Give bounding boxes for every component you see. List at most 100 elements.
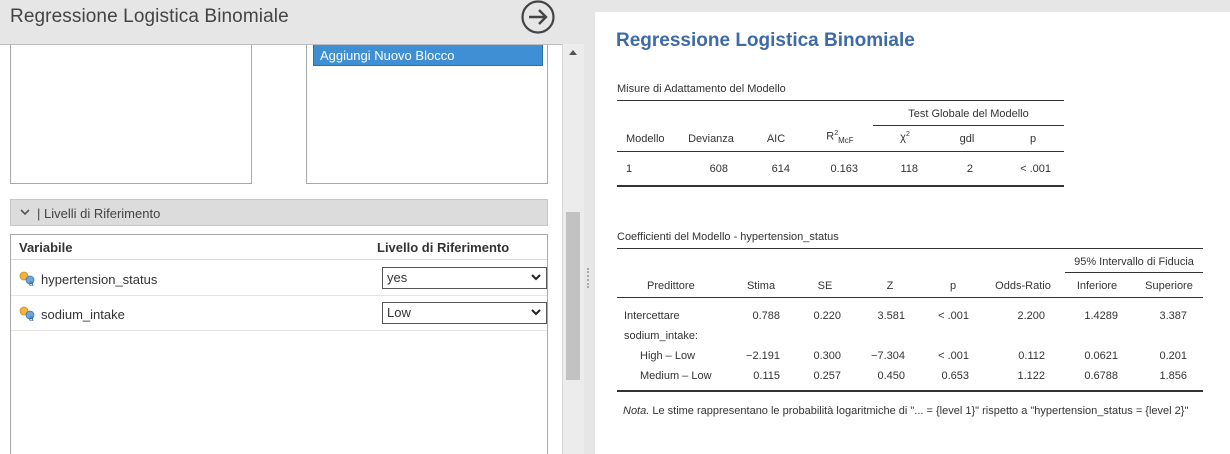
fit-header-p: p [1029,133,1037,145]
coef-cell-predictor: High – Low [640,350,696,362]
column-header-variable: Variabile [19,240,73,255]
fit-cell-aic: 614 [771,163,790,175]
reference-levels-table: Variabile Livello di Riferimento a hyper… [10,234,548,454]
fit-table-title: Misure di Adattamento del Modello [617,83,786,95]
fit-header-aic: AIC [766,133,786,145]
coef-header-rule [617,297,1203,298]
note-label: Nota. [623,405,650,417]
coef-cell-estimate: 0.115 [753,370,780,382]
table-row: a hypertension_status yes [11,261,547,296]
variable-cell: a sodium_intake [19,306,125,322]
options-panel: Regressione Logistica Binomiale Aggiungi… [0,0,584,454]
options-scrollbar[interactable] [562,44,584,454]
coef-group-rule [1065,272,1203,273]
coef-cell-upper: 3.387 [1159,310,1187,322]
variable-cell: a hypertension_status [19,271,157,287]
coef-cell-predictor: sodium_intake: [624,330,698,342]
coef-header-upper: Superiore [1145,280,1193,292]
app-root: Regressione Logistica Binomiale Aggiungi… [0,0,1230,454]
coef-cell-lower: 0.6788 [1084,370,1118,382]
fit-group-header: Test Globale del Modello [908,108,1029,120]
options-title: Regressione Logistica Binomiale [10,6,289,27]
fit-header-r2mcf: R2McF [826,130,854,145]
coef-cell-odds-ratio: 2.200 [1017,310,1045,322]
fit-header-chi2: χ2 [900,131,910,144]
scrollbar-thumb[interactable] [566,212,580,380]
scroll-up-icon[interactable] [569,50,577,55]
coef-cell-odds-ratio: 0.112 [1018,350,1045,362]
coef-cell-se: 0.257 [813,370,841,382]
results-panel: Regressione Logistica Binomiale Misure d… [595,0,1230,454]
options-header: Regressione Logistica Binomiale [0,0,584,44]
coef-table-top-rule [617,248,1203,249]
fit-cell-r2: 0.163 [830,163,858,175]
coef-cell-p: < .001 [938,350,969,362]
variable-name: sodium_intake [41,306,125,322]
fit-header-rule [617,151,1064,152]
coef-cell-odds-ratio: 1.122 [1017,370,1045,382]
coef-cell-lower: 0.0621 [1084,350,1118,362]
divider-grip[interactable] [587,268,590,288]
reference-level-select[interactable]: yes [382,267,547,289]
dropdown-arrow-icon [531,309,541,316]
variables-list-box[interactable] [10,45,252,184]
table-header: Variabile Livello di Riferimento [11,235,547,260]
fit-cell-model: 1 [626,163,633,175]
svg-text:a: a [29,314,34,322]
options-scroll-area: Aggiungi Nuovo Blocco | Livelli di Rifer… [0,44,562,454]
coef-cell-predictor: Intercettare [624,310,680,322]
coef-group-header: 95% Intervallo di Fiducia [1074,256,1194,268]
section-label: | Livelli di Riferimento [37,206,161,221]
panel-divider[interactable] [584,0,595,454]
nominal-variable-icon: a [19,271,35,287]
fit-table-bottom-rule [617,185,1064,187]
note-text: Le stime rappresentano le probabilità lo… [649,405,1189,417]
coef-cell-p: < .001 [938,310,969,322]
fit-cell-chi2: 118 [900,163,918,175]
arrow-right-circle-icon[interactable] [518,0,558,36]
fit-header-df: gdl [959,133,975,145]
select-value: yes [387,270,408,285]
coef-cell-p: 0.653 [941,370,969,382]
chevron-down-icon [19,203,31,224]
blocks-list-box[interactable]: Aggiungi Nuovo Blocco [306,45,548,184]
dropdown-arrow-icon [531,274,541,281]
fit-table-top-rule [617,100,1064,101]
reference-levels-section-header[interactable]: | Livelli di Riferimento [10,199,548,226]
coef-header-se: SE [817,280,833,292]
variable-name: hypertension_status [41,271,158,287]
coef-cell-predictor: Medium – Low [640,370,712,382]
coef-cell-se: 0.220 [813,310,841,322]
add-new-block-button[interactable]: Aggiungi Nuovo Blocco [313,45,543,66]
coef-header-estimate: Stima [746,280,776,292]
coef-cell-z: 3.581 [877,310,905,322]
coef-header-p: p [949,280,957,292]
select-value: Low [387,305,411,320]
coef-header-z: Z [886,280,894,292]
fit-header-model: Modello [626,133,665,145]
fit-cell-p: < .001 [1020,163,1051,175]
reference-level-select[interactable]: Low [382,302,547,324]
coef-table-bottom-rule [617,390,1203,392]
fit-cell-deviance: 608 [709,163,728,175]
table-row: a sodium_intake Low [11,296,547,331]
fit-header-deviance: Devianza [688,133,734,145]
coef-cell-z: 0.450 [877,370,905,382]
nominal-variable-icon: a [19,306,35,322]
coef-cell-estimate: 0.788 [752,310,780,322]
coef-header-predictor: Predittore [647,280,695,292]
coef-cell-se: 0.300 [813,350,841,362]
coef-cell-upper: 1.856 [1159,370,1187,382]
coef-cell-z: −7.304 [871,350,905,362]
coef-cell-upper: 0.201 [1159,350,1187,362]
coef-header-odds-ratio: Odds-Ratio [995,280,1051,292]
fit-group-rule [873,125,1064,126]
results-title: Regressione Logistica Binomiale [616,30,915,51]
coef-cell-estimate: −2.191 [746,350,780,362]
coef-header-lower: Inferiore [1076,280,1118,292]
fit-cell-df: 2 [966,163,973,175]
svg-text:a: a [29,279,34,287]
coef-table-note: Nota. Le stime rappresentano le probabil… [623,404,1213,419]
coef-table-title: Coefficienti del Modello - hypertension_… [617,231,839,243]
column-header-reference-level: Livello di Riferimento [377,240,510,255]
